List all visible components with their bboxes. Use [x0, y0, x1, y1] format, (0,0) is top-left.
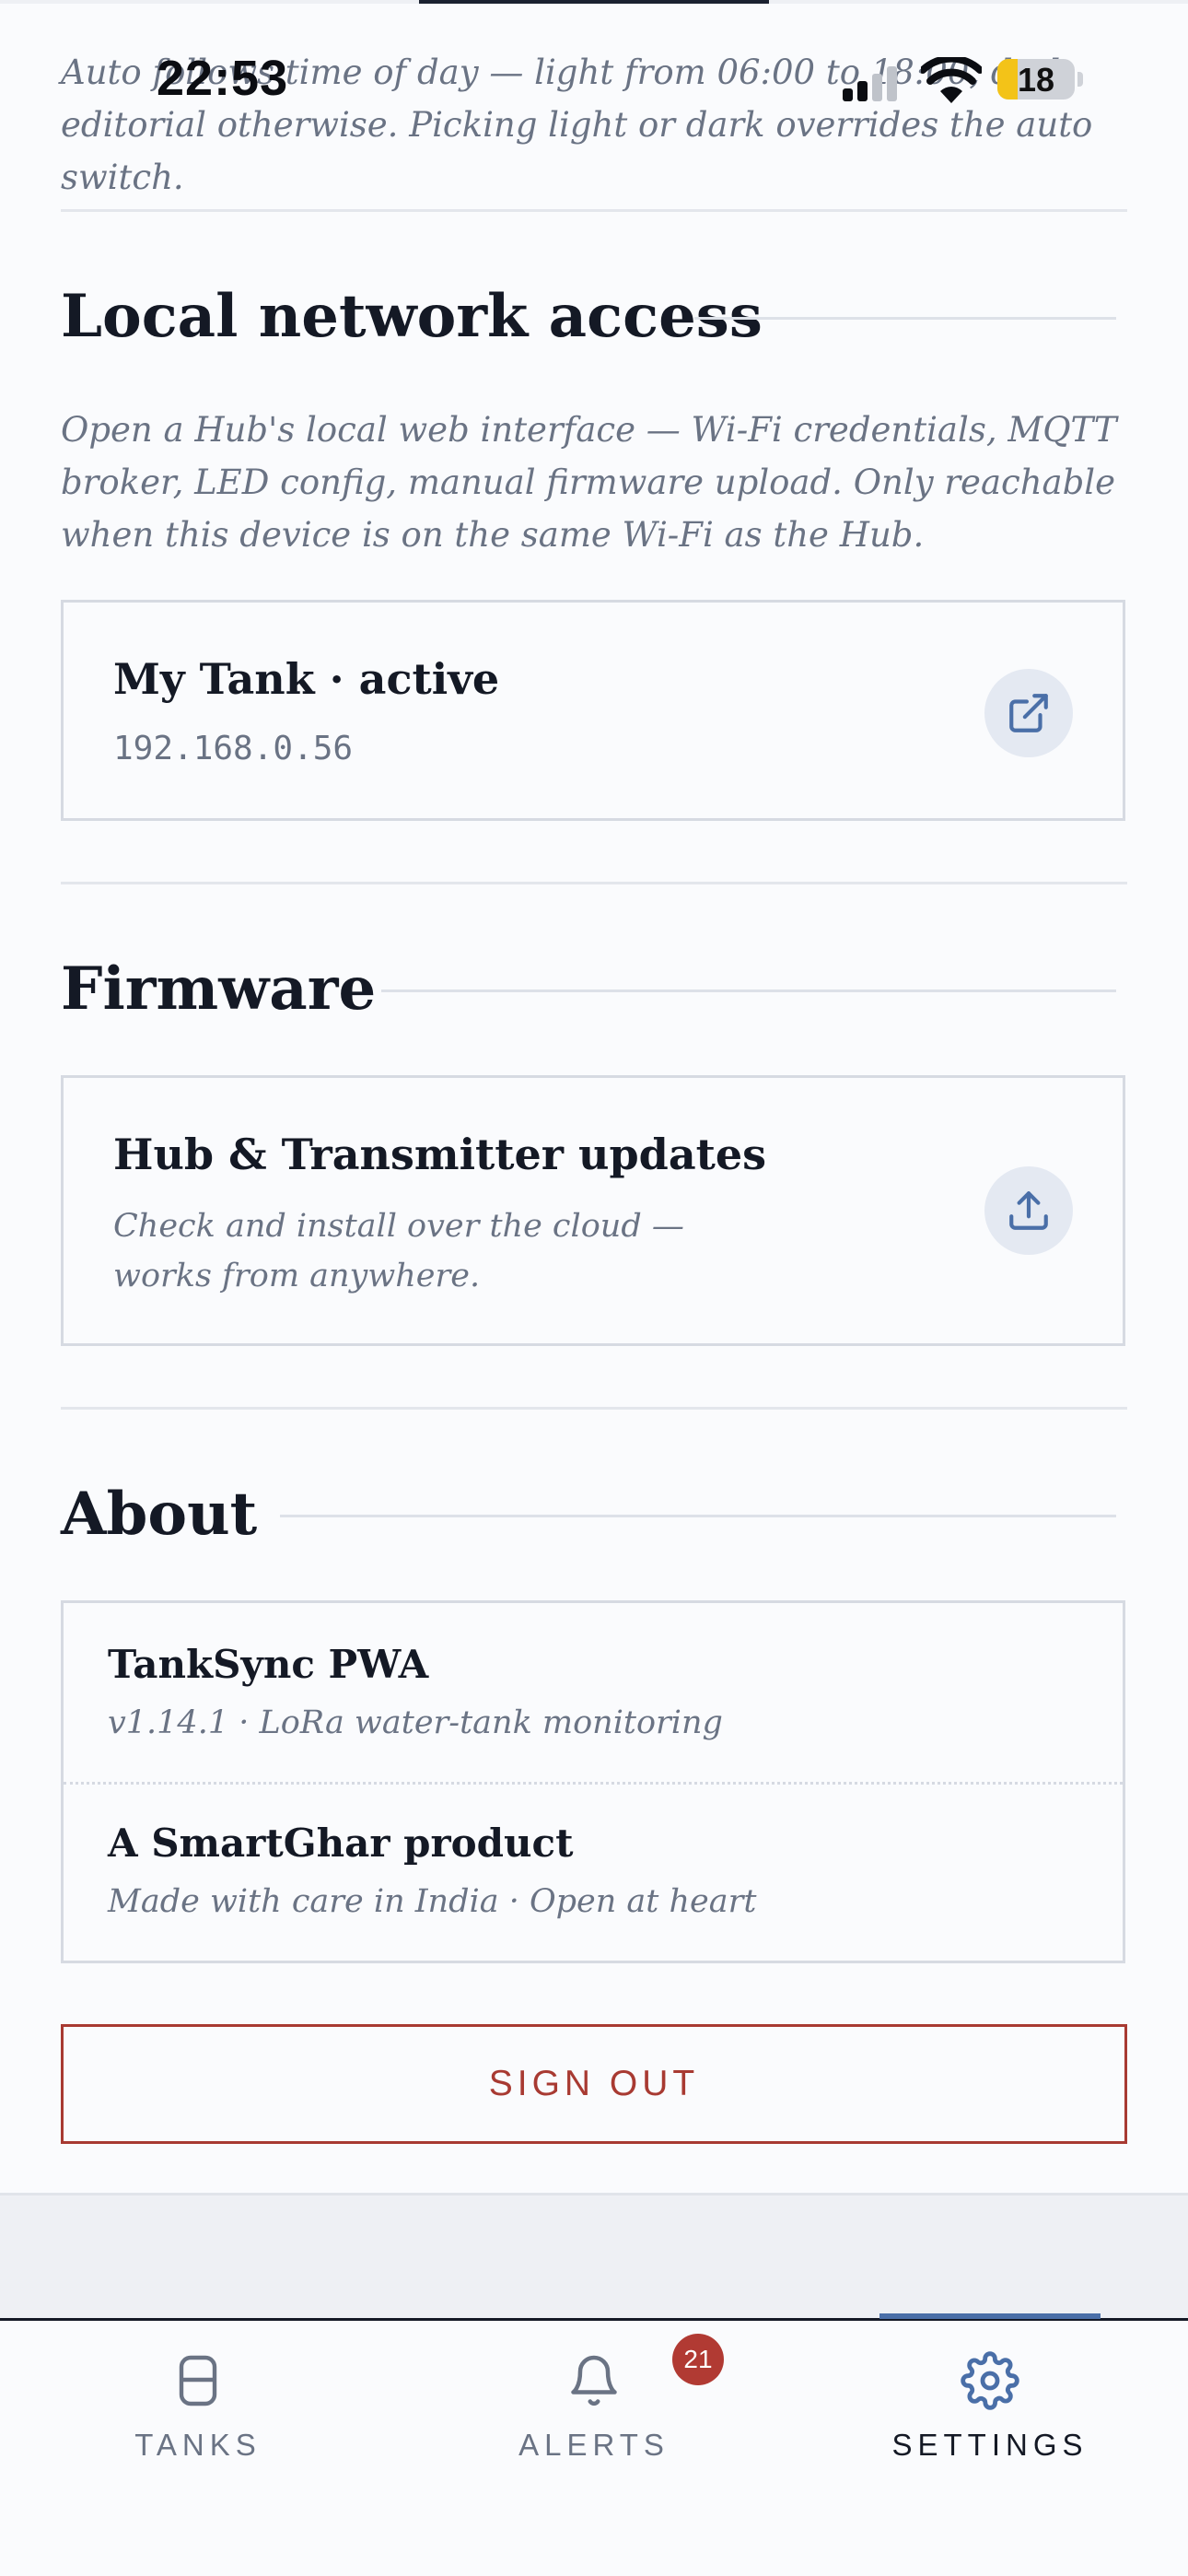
- tank-icon: [179, 2355, 217, 2406]
- tab-label: SETTINGS: [891, 2428, 1089, 2462]
- title-rule: [694, 317, 1116, 320]
- bottom-tab-bar: TANKS ALERTS 21 SETTINGS: [0, 2313, 1188, 2576]
- device-card[interactable]: My Tank · active 192.168.0.56: [61, 600, 1125, 821]
- firmware-card-subtitle: Check and install over the cloud — works…: [113, 1208, 684, 1294]
- local-network-title: Local network access: [61, 282, 763, 351]
- title-rule: [280, 1515, 1116, 1517]
- about-card: TankSync PWA v1.14.1 · LoRa water-tank m…: [61, 1600, 1125, 1963]
- tab-label: ALERTS: [518, 2428, 670, 2462]
- wifi-icon: [921, 57, 982, 103]
- scroll-footer-area: [0, 2193, 1188, 2318]
- about-title: About: [61, 1480, 258, 1549]
- firmware-card[interactable]: Hub & Transmitter updates Check and inst…: [61, 1075, 1125, 1346]
- gear-icon: [961, 2351, 1019, 2410]
- firmware-title: Firmware: [61, 954, 377, 1024]
- status-bar: 22:53 18: [0, 44, 1188, 118]
- active-tab-indicator: [879, 2313, 1101, 2319]
- about-row-subtitle: v1.14.1 · LoRa water-tank monitoring: [108, 1704, 723, 1741]
- settings-page: Auto follows time of day — light from 06…: [0, 0, 1188, 2576]
- section-divider: [61, 882, 1127, 884]
- firmware-update-button[interactable]: [984, 1166, 1073, 1255]
- upload-icon: [1009, 1191, 1048, 1230]
- bell-icon: [571, 2355, 617, 2406]
- battery-level: 18: [1017, 61, 1055, 99]
- title-rule: [381, 989, 1116, 992]
- status-time: 22:53: [157, 51, 289, 106]
- open-local-interface-button[interactable]: [984, 669, 1073, 757]
- device-ip: 192.168.0.56: [113, 730, 354, 767]
- firmware-card-title: Hub & Transmitter updates: [113, 1130, 767, 1179]
- tab-settings[interactable]: SETTINGS: [792, 2321, 1188, 2505]
- scroll-edge: [0, 0, 1188, 4]
- cellular-signal-icon: [843, 64, 902, 101]
- battery-icon: 18: [997, 59, 1075, 100]
- device-name: My Tank · active: [113, 654, 500, 704]
- local-network-description: Open a Hub's local web interface — Wi-Fi…: [61, 410, 1117, 555]
- section-divider: [61, 1407, 1127, 1410]
- about-row-app: TankSync PWA v1.14.1 · LoRa water-tank m…: [64, 1603, 1123, 1782]
- alerts-count-badge: 21: [672, 2334, 724, 2385]
- tab-tanks[interactable]: TANKS: [0, 2321, 396, 2505]
- about-row-title: A SmartGhar product: [108, 1821, 574, 1866]
- about-row-subtitle: Made with care in India · Open at heart: [108, 1883, 757, 1920]
- about-row-company: A SmartGhar product Made with care in In…: [64, 1784, 1123, 1962]
- external-link-icon: [1009, 694, 1048, 732]
- tab-alerts[interactable]: ALERTS: [396, 2321, 792, 2505]
- about-row-title: TankSync PWA: [108, 1642, 429, 1687]
- sign-out-button[interactable]: SIGN OUT: [61, 2024, 1127, 2144]
- tab-label: TANKS: [134, 2428, 262, 2462]
- section-divider: [61, 209, 1127, 212]
